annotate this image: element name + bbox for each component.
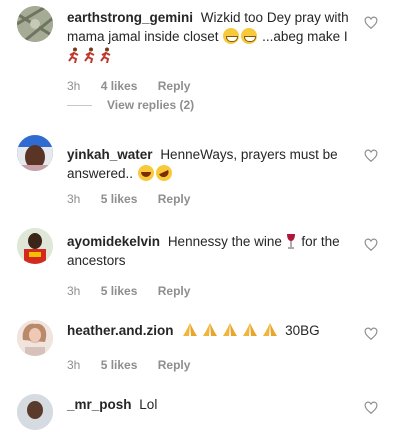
comment-time[interactable]: 3h	[67, 358, 80, 372]
comment-username[interactable]: yinkah_water	[67, 147, 153, 162]
view-replies-button[interactable]: View replies (2)	[67, 98, 194, 112]
comment-likes[interactable]: 5 likes	[101, 192, 138, 206]
comment-body: Lol	[139, 397, 158, 412]
avatar[interactable]	[17, 394, 53, 430]
comment-time[interactable]: 3h	[67, 192, 80, 206]
comment-text: _mr_posh Lol	[67, 395, 357, 414]
comment-username[interactable]: ayomidekelvin	[67, 234, 160, 249]
comment-meta: 3h 4 likes Reply	[67, 79, 207, 93]
comment-username[interactable]: _mr_posh	[67, 397, 132, 412]
avatar[interactable]	[17, 135, 53, 171]
heart-outline-icon[interactable]	[364, 327, 378, 341]
comment-meta: 3h 5 likes Reply	[67, 284, 207, 298]
running-man-emoji-icon	[100, 47, 111, 63]
comment-likes[interactable]: 5 likes	[101, 358, 138, 372]
heart-outline-icon[interactable]	[364, 149, 378, 163]
avatar[interactable]	[17, 6, 53, 42]
heart-outline-icon[interactable]	[364, 16, 378, 30]
comment-text: heather.and.zion 30BG	[67, 321, 357, 340]
avatar[interactable]	[17, 228, 53, 264]
comment-time[interactable]: 3h	[67, 284, 80, 298]
running-man-emoji-icon	[68, 47, 79, 63]
folded-hands-emoji-icon	[243, 323, 258, 336]
comment-text: yinkah_water HenneWays, prayers must be …	[67, 145, 357, 184]
rolling-laughing-emoji-icon	[153, 162, 175, 184]
comment-username[interactable]: heather.and.zion	[67, 323, 174, 338]
folded-hands-emoji-icon	[263, 323, 278, 336]
avatar-image	[17, 228, 53, 264]
comment-text: earthstrong_gemini Wizkid too Dey pray w…	[67, 8, 357, 65]
grinning-face-emoji-icon	[241, 28, 258, 44]
comment-body: 30BG	[285, 323, 320, 338]
avatar-image	[17, 394, 53, 430]
grinning-face-emoji-icon	[223, 28, 240, 44]
comment-body-cont: ...abeg make I	[262, 29, 348, 44]
folded-hands-emoji-icon	[183, 323, 198, 336]
folded-hands-emoji-icon	[203, 323, 218, 336]
reply-button[interactable]: Reply	[158, 79, 191, 93]
reply-button[interactable]: Reply	[158, 358, 191, 372]
laughing-emoji-icon	[137, 165, 154, 181]
avatar-image	[17, 6, 53, 42]
comment-username[interactable]: earthstrong_gemini	[67, 10, 193, 25]
comment-likes[interactable]: 5 likes	[101, 284, 138, 298]
avatar[interactable]	[17, 320, 53, 356]
avatar-image	[17, 320, 53, 356]
view-replies-label: View replies (2)	[107, 98, 195, 112]
wine-glass-emoji-icon	[286, 234, 295, 249]
comment-likes[interactable]: 4 likes	[101, 79, 138, 93]
avatar-image	[17, 135, 53, 171]
heart-outline-icon[interactable]	[364, 401, 378, 415]
comment-text: ayomidekelvin Hennessy the wine for the …	[67, 232, 357, 270]
heart-outline-icon[interactable]	[364, 238, 378, 252]
replies-divider	[67, 104, 92, 106]
folded-hands-emoji-icon	[223, 323, 238, 336]
comment-time[interactable]: 3h	[67, 79, 80, 93]
running-man-emoji-icon	[84, 47, 95, 63]
comment-meta: 3h 5 likes Reply	[67, 192, 207, 206]
reply-button[interactable]: Reply	[158, 284, 191, 298]
comment-meta: 3h 5 likes Reply	[67, 358, 207, 372]
reply-button[interactable]: Reply	[158, 192, 191, 206]
comment-body: Hennessy the wine	[167, 234, 282, 249]
